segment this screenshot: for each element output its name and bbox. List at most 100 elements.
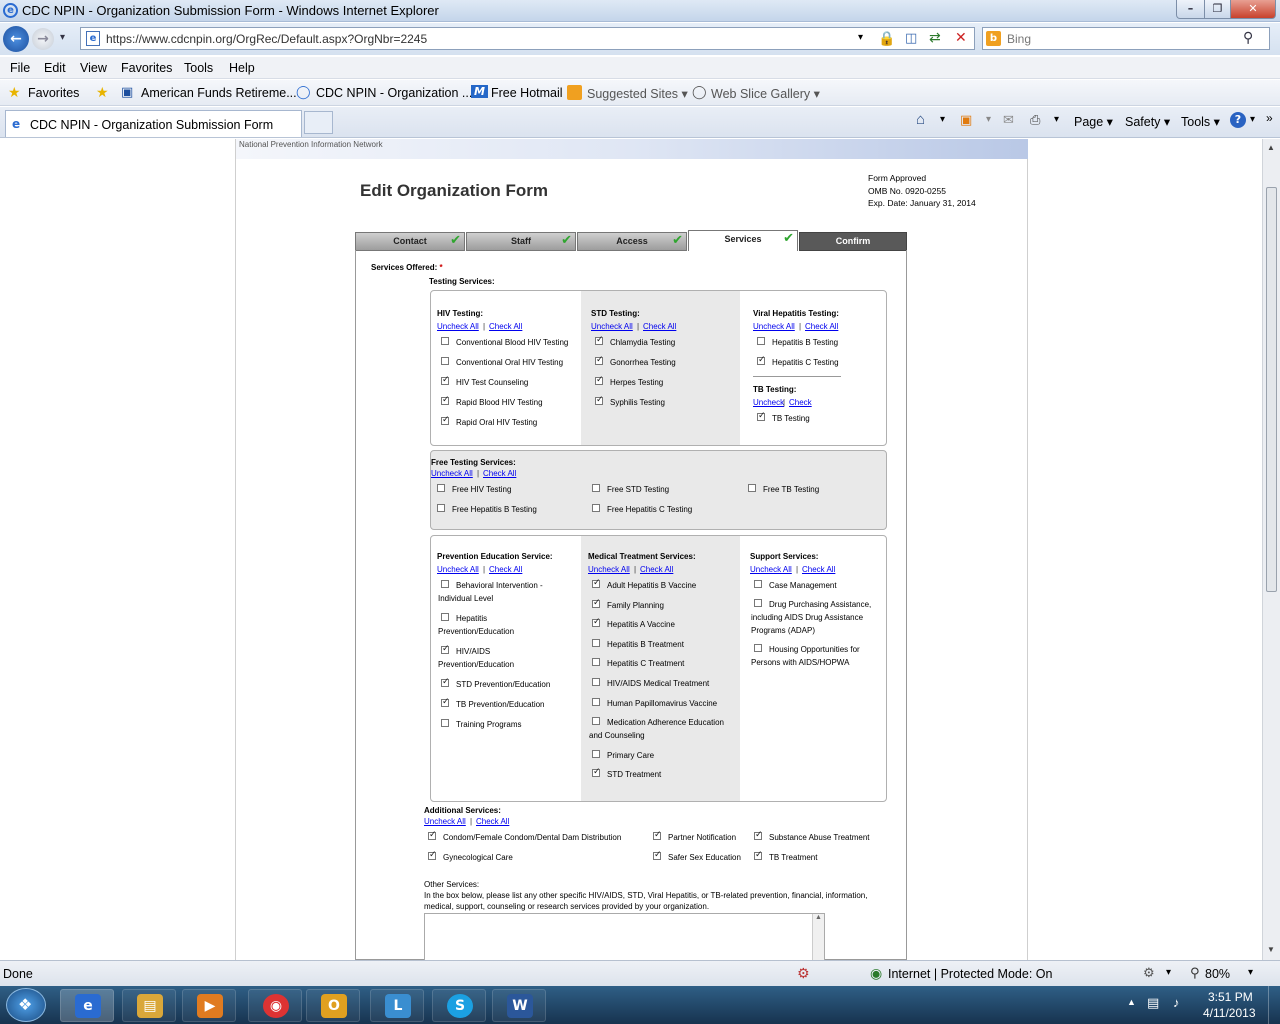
- feed-dropdown-icon[interactable]: ▾: [986, 114, 991, 125]
- support-checkbox[interactable]: [754, 599, 762, 607]
- prevention-checkbox[interactable]: [441, 613, 449, 621]
- prevention-checkbox[interactable]: [441, 697, 450, 707]
- taskbar-ie[interactable]: e: [60, 989, 114, 1022]
- taskbar-skype[interactable]: S: [432, 989, 486, 1022]
- uncheck-all-link[interactable]: Uncheck All: [750, 565, 792, 574]
- medical-checkbox[interactable]: [592, 678, 600, 686]
- zoom-icon[interactable]: ⚲: [1190, 965, 1200, 981]
- print-dropdown-icon[interactable]: ▾: [1054, 114, 1059, 125]
- additional-checkbox[interactable]: [754, 850, 763, 860]
- help-icon[interactable]: ?: [1230, 112, 1246, 128]
- hiv-checkbox[interactable]: [441, 337, 449, 345]
- additional-checkbox[interactable]: [428, 830, 437, 840]
- search-box[interactable]: b Bing ⚲: [982, 27, 1270, 50]
- fav-suggested-sites[interactable]: Suggested Sites ▾: [587, 86, 688, 101]
- viral-checkbox[interactable]: [757, 337, 765, 345]
- refresh-icon[interactable]: ⇄: [929, 29, 941, 46]
- menu-tools[interactable]: Tools: [184, 61, 213, 75]
- medical-checkbox[interactable]: [592, 717, 600, 726]
- safety-menu[interactable]: Safety ▾: [1125, 114, 1170, 129]
- menu-help[interactable]: Help: [229, 61, 255, 75]
- uncheck-all-link[interactable]: Uncheck All: [431, 469, 473, 478]
- zone-dropdown-icon[interactable]: ▾: [1166, 967, 1171, 978]
- hiv-checkbox[interactable]: [441, 375, 450, 385]
- scroll-up-icon[interactable]: ▲: [1267, 143, 1275, 152]
- uncheck-all-link[interactable]: Uncheck All: [424, 817, 466, 826]
- uncheck-all-link[interactable]: Uncheck All: [753, 322, 795, 331]
- medical-checkbox[interactable]: [592, 767, 601, 778]
- home-dropdown-icon[interactable]: ▾: [940, 114, 945, 125]
- back-button[interactable]: ←: [3, 26, 29, 52]
- search-placeholder[interactable]: Bing: [1007, 32, 1031, 46]
- additional-checkbox[interactable]: [653, 830, 662, 840]
- scroll-thumb[interactable]: [1266, 187, 1277, 592]
- uncheck-all-link[interactable]: Uncheck All: [588, 565, 630, 574]
- read-mail-icon[interactable]: ✉: [1003, 112, 1014, 128]
- fav-free-hotmail[interactable]: Free Hotmail: [491, 86, 563, 100]
- clock-date[interactable]: 4/11/2013: [1203, 1006, 1256, 1020]
- std-checkbox[interactable]: [595, 395, 604, 405]
- check-all-link[interactable]: Check All: [802, 565, 835, 574]
- taskbar-explorer[interactable]: ▤: [122, 989, 176, 1022]
- address-dropdown-icon[interactable]: ▾: [858, 32, 863, 43]
- uncheck-all-link[interactable]: Uncheck All: [437, 322, 479, 331]
- security-zone[interactable]: Internet | Protected Mode: On: [888, 967, 1052, 981]
- prevention-checkbox[interactable]: [441, 644, 450, 654]
- menu-favorites[interactable]: Favorites: [121, 61, 172, 75]
- page-menu[interactable]: Page ▾: [1074, 114, 1113, 129]
- support-checkbox[interactable]: [754, 580, 762, 588]
- hiv-checkbox[interactable]: [441, 357, 449, 365]
- medical-checkbox[interactable]: [592, 598, 601, 608]
- uncheck-all-link[interactable]: Uncheck All: [591, 322, 633, 331]
- prevention-checkbox[interactable]: [441, 580, 449, 588]
- start-button[interactable]: ❖: [6, 988, 46, 1022]
- step-tab-services[interactable]: Services ✔: [688, 230, 798, 251]
- additional-checkbox[interactable]: [754, 830, 763, 840]
- medical-checkbox[interactable]: [592, 638, 600, 647]
- print-icon[interactable]: ⎙: [1030, 112, 1040, 128]
- tab-cdc-npin[interactable]: e CDC NPIN - Organization Submission For…: [5, 110, 302, 137]
- fav-web-slice-gallery[interactable]: Web Slice Gallery ▾: [711, 86, 820, 101]
- menu-file[interactable]: File: [10, 61, 30, 75]
- uncheck-all-link[interactable]: Uncheck All: [437, 565, 479, 574]
- tb-checkbox[interactable]: [757, 411, 766, 421]
- stop-icon[interactable]: ✕: [955, 29, 967, 46]
- vertical-scrollbar[interactable]: ▲ ▼: [1262, 139, 1280, 960]
- lock-icon[interactable]: 🔒: [878, 30, 895, 47]
- check-all-link[interactable]: Check All: [805, 322, 838, 331]
- check-all-link[interactable]: Check All: [489, 322, 522, 331]
- show-desktop-button[interactable]: [1268, 986, 1280, 1024]
- free-checkbox[interactable]: [748, 484, 756, 492]
- prevention-checkbox[interactable]: [441, 677, 450, 687]
- std-checkbox[interactable]: [595, 355, 604, 365]
- step-tab-contact[interactable]: Contact ✔: [355, 232, 465, 251]
- check-all-link[interactable]: Check All: [476, 817, 509, 826]
- support-checkbox[interactable]: [754, 644, 762, 652]
- medical-checkbox[interactable]: [592, 578, 601, 588]
- home-icon[interactable]: ⌂: [916, 111, 925, 128]
- check-all-link[interactable]: Check All: [483, 469, 516, 478]
- other-services-textarea[interactable]: [424, 913, 825, 960]
- std-checkbox[interactable]: [595, 375, 604, 385]
- toolbar-overflow-icon[interactable]: »: [1266, 111, 1273, 125]
- step-tab-access[interactable]: Access ✔: [577, 232, 687, 251]
- volume-icon[interactable]: ♪: [1173, 995, 1180, 1010]
- check-all-link[interactable]: Check All: [489, 565, 522, 574]
- std-checkbox[interactable]: [595, 335, 604, 345]
- popup-blocker-icon[interactable]: ⚙: [797, 965, 810, 982]
- rss-feed-icon[interactable]: ▣: [960, 112, 972, 128]
- close-button[interactable]: ✕: [1230, 0, 1276, 19]
- menu-edit[interactable]: Edit: [44, 61, 66, 75]
- step-tab-confirm[interactable]: Confirm: [799, 232, 907, 251]
- network-icon[interactable]: ▤: [1147, 995, 1159, 1011]
- hiv-checkbox[interactable]: [441, 395, 450, 405]
- protected-mode-icon[interactable]: ⚙: [1143, 965, 1155, 981]
- uncheck-all-link[interactable]: Uncheck: [753, 398, 784, 407]
- maximize-button[interactable]: ❐: [1204, 0, 1231, 19]
- taskbar-media-player[interactable]: ▶: [182, 989, 236, 1022]
- check-all-link[interactable]: Check All: [640, 565, 673, 574]
- additional-checkbox[interactable]: [428, 850, 437, 860]
- taskbar-word[interactable]: W: [492, 989, 546, 1022]
- check-all-link[interactable]: Check All: [643, 322, 676, 331]
- medical-checkbox[interactable]: [592, 658, 600, 667]
